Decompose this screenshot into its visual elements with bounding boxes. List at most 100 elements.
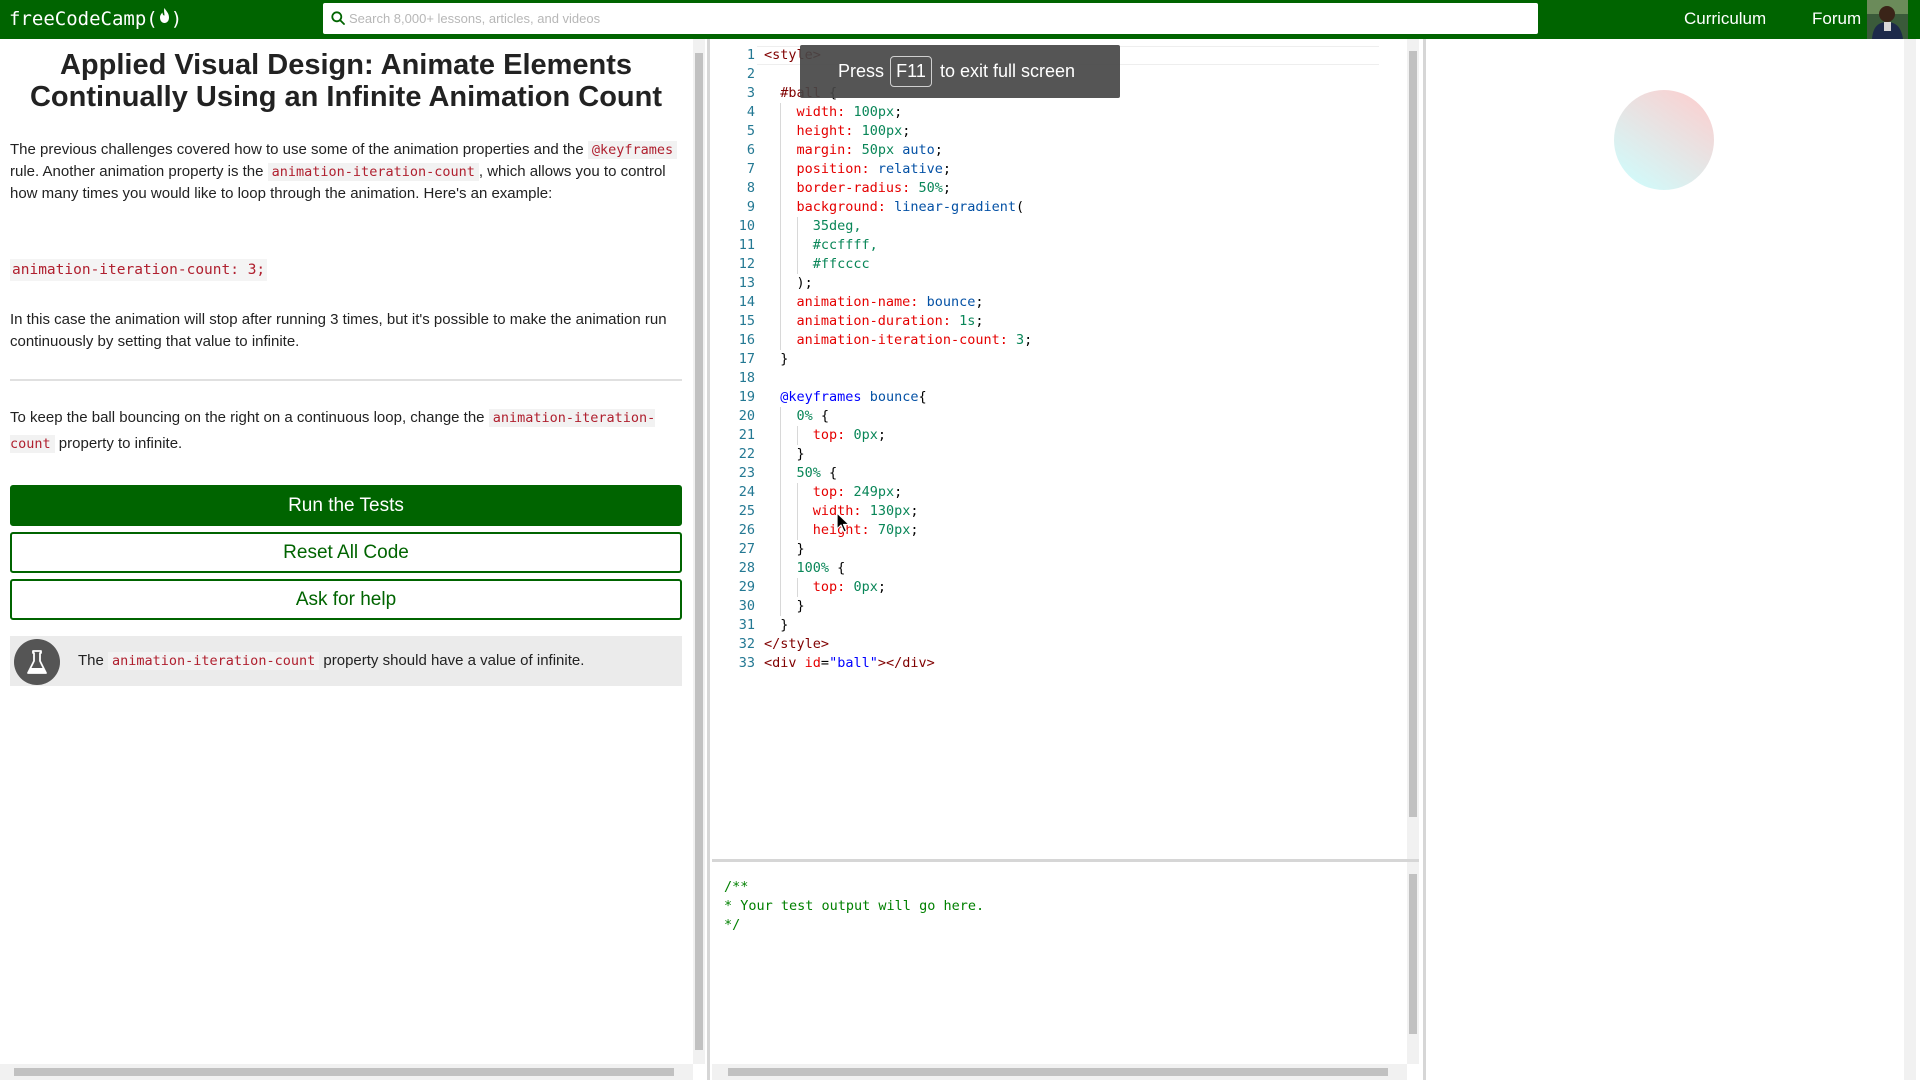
pane-resizer-right[interactable] [1423, 39, 1426, 1080]
ask-for-help-button[interactable]: Ask for help [10, 579, 682, 620]
code-line[interactable]: 0% { [764, 407, 830, 426]
user-avatar[interactable] [1867, 0, 1908, 39]
code-editor[interactable]: 1 2 3 4 5 6 7 8 9 10 11 12 13 14 15 16 17 18 19 20 21 22 23 24 2… [712, 39, 1407, 859]
code-line[interactable]: top: 0px; [764, 426, 886, 445]
line-number: 27 [738, 541, 755, 557]
indent-guide [796, 217, 798, 236]
indent-guide [780, 312, 782, 331]
code-line[interactable]: </style> [764, 635, 829, 654]
code-line[interactable]: } [764, 597, 805, 616]
code-line[interactable]: } [764, 616, 788, 635]
scrollbar-thumb[interactable] [728, 1068, 1388, 1076]
code-line[interactable]: width: 100px; [764, 103, 903, 122]
code-line[interactable]: ); [764, 274, 813, 293]
indent-guide [796, 521, 798, 540]
pane-resizer-left[interactable] [707, 39, 710, 1080]
text-segment: rule. Another animation property is the [10, 163, 268, 180]
logo-text: freeCodeCamp( [9, 8, 158, 30]
output-vertical-scrollbar[interactable] [1407, 862, 1419, 1064]
preview-ball [1614, 90, 1714, 190]
indent-guide [780, 141, 782, 160]
line-number: 19 [738, 389, 755, 405]
nav-link-curriculum[interactable]: Curriculum [1684, 8, 1766, 30]
scrollbar-thumb[interactable] [14, 1068, 674, 1076]
scrollbar-thumb[interactable] [1409, 51, 1417, 817]
code-line[interactable]: animation-name: bounce; [764, 293, 984, 312]
code-line[interactable]: height: 100px; [764, 122, 911, 141]
preview-vertical-scrollbar[interactable] [1904, 39, 1916, 1080]
indent-guide [780, 464, 782, 483]
output-horizontal-scrollbar[interactable] [712, 1064, 1407, 1080]
reset-code-button[interactable]: Reset All Code [10, 532, 682, 573]
indent-guide [780, 274, 782, 293]
code-line[interactable]: <div id="ball"></div> [764, 654, 935, 673]
line-number: 18 [738, 370, 755, 386]
code-line[interactable]: } [764, 540, 805, 559]
line-number: 33 [738, 655, 755, 671]
code-line[interactable]: 100% { [764, 559, 846, 578]
code-line[interactable]: 35deg, [764, 217, 862, 236]
instructions-horizontal-scrollbar[interactable] [0, 1064, 693, 1080]
code-line[interactable]: position: relative; [764, 160, 951, 179]
code-line[interactable]: @keyframes bounce{ [764, 388, 926, 407]
run-tests-button[interactable]: Run the Tests [10, 485, 682, 526]
code-line[interactable]: animation-duration: 1s; [764, 312, 984, 331]
line-number: 10 [738, 218, 755, 234]
indent-guide [780, 160, 782, 179]
editor-vertical-scrollbar[interactable] [1407, 39, 1419, 859]
logo-text-end: ) [170, 8, 183, 30]
instructions-pane: Applied Visual Design: Animate Elements … [0, 39, 693, 1080]
code-line[interactable]: margin: 50px auto; [764, 141, 943, 160]
code-line[interactable]: } [764, 445, 805, 464]
section-divider [10, 379, 682, 381]
line-number: 32 [738, 636, 755, 652]
code-line[interactable]: top: 0px; [764, 578, 886, 597]
line-number: 12 [738, 256, 755, 272]
test-item: The animation-iteration-count property s… [10, 636, 682, 686]
inline-code-iteration-count: animation-iteration-count [267, 163, 479, 181]
scrollbar-thumb[interactable] [695, 53, 703, 1050]
line-number: 14 [738, 294, 755, 310]
line-number: 16 [738, 332, 755, 348]
indent-guide [780, 236, 782, 255]
f11-key-badge: F11 [890, 56, 932, 87]
code-line[interactable]: background: linear-gradient( [764, 198, 1025, 217]
description-paragraph-1: The previous challenges covered how to u… [10, 139, 682, 205]
code-line[interactable]: top: 249px; [764, 483, 902, 502]
search-bar[interactable] [323, 3, 1538, 34]
indent-guide [780, 293, 782, 312]
instructions-paragraph: To keep the ball bouncing on the right o… [10, 405, 682, 457]
text-segment: The previous challenges covered how to u… [10, 141, 588, 158]
nav-link-forum[interactable]: Forum [1812, 8, 1861, 30]
output-line: /** [724, 879, 749, 895]
description-paragraph-2: In this case the animation will stop aft… [10, 311, 667, 350]
indent-guide [780, 483, 782, 502]
indent-guide [780, 540, 782, 559]
line-number: 28 [738, 560, 755, 576]
indent-guide [780, 597, 782, 616]
scrollbar-thumb[interactable] [1409, 874, 1417, 1034]
indent-guide [780, 179, 782, 198]
freecodecamp-logo[interactable]: freeCodeCamp() [9, 6, 182, 32]
indent-guide [780, 502, 782, 521]
line-number: 31 [738, 617, 755, 633]
line-number: 15 [738, 313, 755, 329]
instructions-vertical-scrollbar[interactable] [693, 39, 705, 1064]
code-line[interactable]: animation-iteration-count: 3; [764, 331, 1033, 350]
line-number: 17 [738, 351, 755, 367]
indent-guide [780, 521, 782, 540]
line-number: 22 [738, 446, 755, 462]
line-number: 5 [746, 123, 755, 139]
code-line[interactable]: border-radius: 50%; [764, 179, 951, 198]
code-line[interactable]: 50% { [764, 464, 838, 483]
fullscreen-notification: Press F11 to exit full screen [800, 45, 1120, 98]
search-input[interactable] [349, 3, 1529, 34]
indent-guide [796, 255, 798, 274]
line-number: 9 [746, 199, 755, 215]
line-number: 24 [738, 484, 755, 500]
line-number: 2 [746, 66, 755, 82]
line-number: 25 [738, 503, 755, 519]
app-root: freeCodeCamp() Curriculum Forum Applied … [0, 0, 1920, 1080]
line-number: 29 [738, 579, 755, 595]
code-line[interactable]: } [764, 350, 788, 369]
